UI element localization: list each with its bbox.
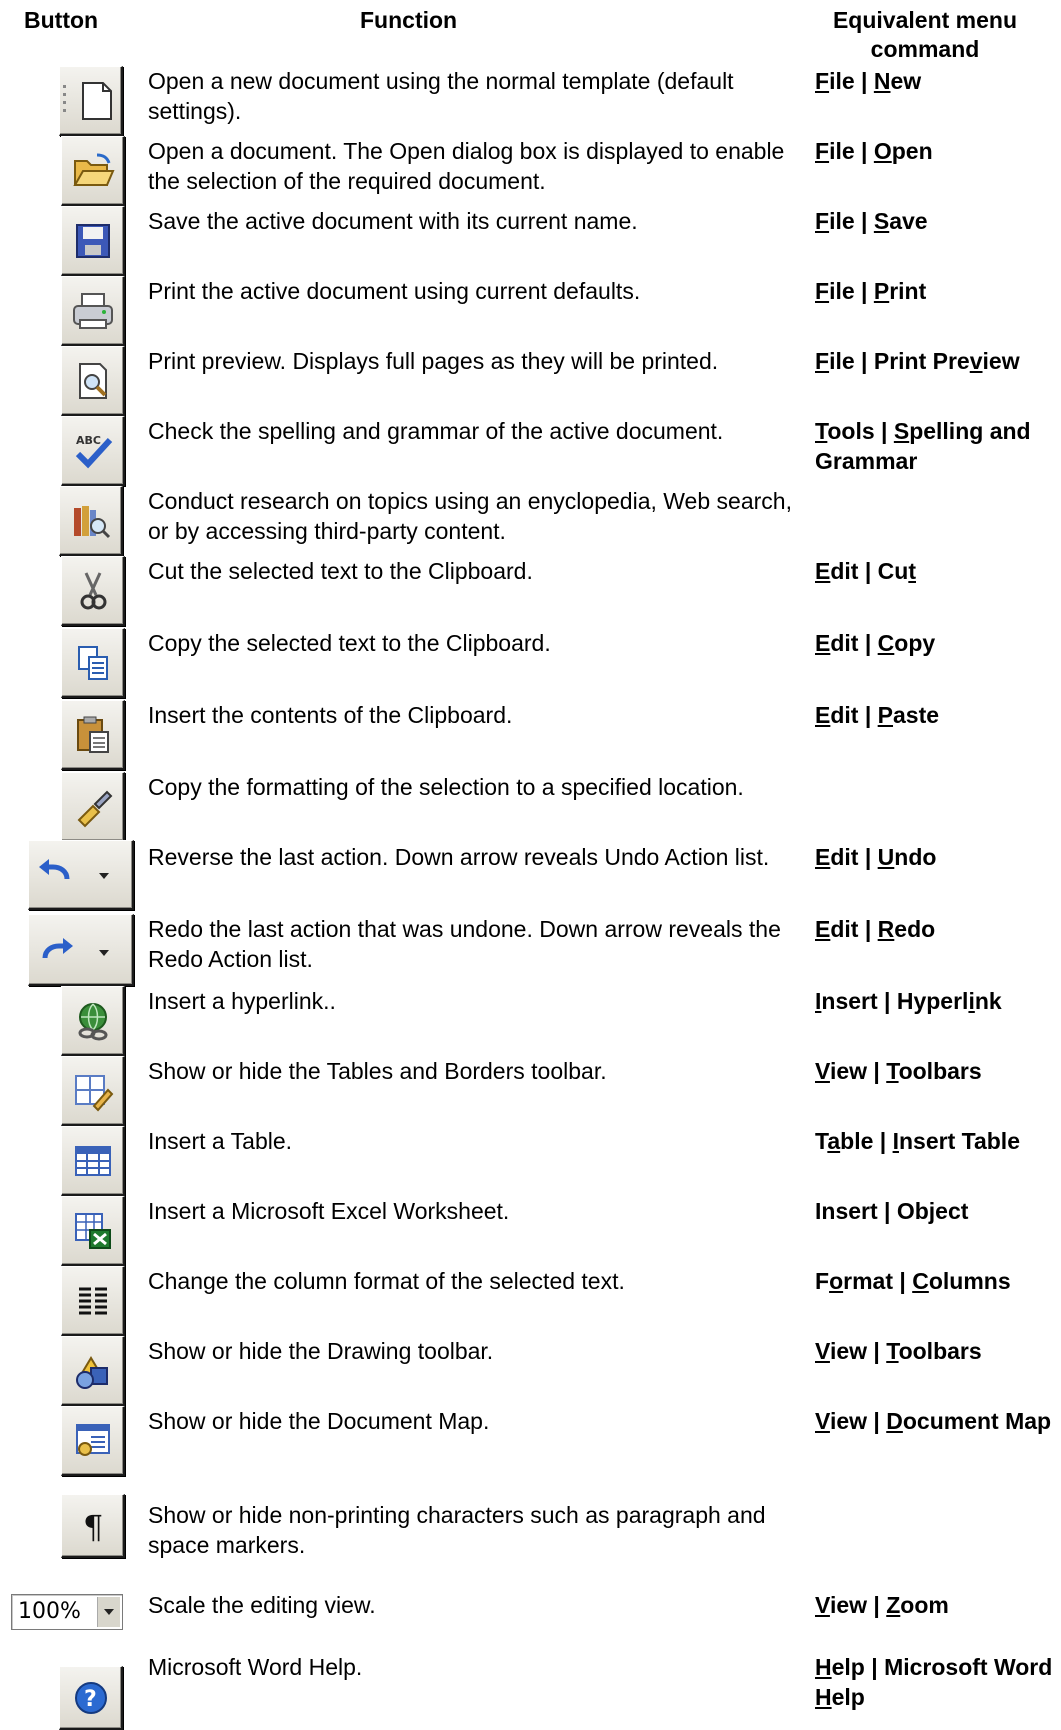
table-row: Conduct research on topics using an enyc…: [0, 486, 1061, 556]
format-painter-button[interactable]: [61, 772, 125, 842]
tables-borders-button[interactable]: [61, 1056, 125, 1126]
menu-command: Format | Columns: [815, 1268, 1011, 1294]
function-description: Save the active document with its curren…: [148, 208, 638, 234]
table-row: Show or hide the Tables and Borders tool…: [0, 1056, 1061, 1126]
function-description: Copy the selected text to the Clipboard.: [148, 630, 551, 656]
columns-button[interactable]: [61, 1266, 125, 1336]
copy-button[interactable]: [61, 628, 125, 698]
function-description: Cut the selected text to the Clipboard.: [148, 558, 533, 584]
table-row: Insert a Microsoft Excel Worksheet. Inser…: [0, 1196, 1061, 1266]
function-description: Insert a Table.: [148, 1128, 293, 1154]
table-row: Copy the formatting of the selection to …: [0, 772, 1061, 842]
table-row: Save the active document with its curren…: [0, 206, 1061, 276]
zoom-value: 100%: [18, 1599, 81, 1624]
header-menu-command: Equivalent menu command: [832, 7, 1018, 62]
table-row: Open a document. The Open dialog box is …: [0, 136, 1061, 206]
function-description: Scale the editing view.: [148, 1592, 376, 1618]
menu-command: File | Print: [815, 278, 927, 304]
hyperlink-globe-button[interactable]: [61, 986, 125, 1056]
cut-scissors-button[interactable]: [61, 556, 125, 626]
menu-command: View | Zoom: [815, 1592, 949, 1618]
menu-command: Edit | Paste: [815, 702, 940, 728]
save-disk-button[interactable]: [61, 206, 125, 276]
function-description: Check the spelling and grammar of the ac…: [148, 418, 724, 444]
spelling-grammar-button[interactable]: ABC: [61, 416, 125, 486]
help-button[interactable]: ?: [59, 1666, 123, 1730]
menu-command: View | Toolbars: [815, 1058, 982, 1084]
table-row: Show or hide the Drawing toolbar. View | …: [0, 1336, 1061, 1406]
table-row: Insert the contents of the Clipboard. Edi…: [0, 700, 1061, 770]
research-button[interactable]: [59, 486, 123, 556]
function-description: Conduct research on topics using an enyc…: [148, 488, 792, 544]
menu-command: Tools | Spelling and Grammar: [815, 418, 1031, 474]
table-row: Open a new document using the normal tem…: [0, 66, 1061, 136]
function-description: Show or hide the Document Map.: [148, 1408, 490, 1434]
header-function: Function: [360, 7, 458, 33]
table-row: Copy the selected text to the Clipboard.…: [0, 628, 1061, 698]
svg-text:?: ?: [84, 1687, 97, 1712]
zoom-dropdown[interactable]: 100%: [11, 1594, 123, 1630]
new-document-button[interactable]: [59, 66, 123, 136]
table-row: 100% Scale the editing view. View | Zoom: [0, 1590, 1061, 1660]
svg-text:ABC: ABC: [76, 434, 101, 447]
drawing-shapes-button[interactable]: [61, 1336, 125, 1406]
printer-button[interactable]: [61, 276, 125, 346]
table-row: Redo the last action that was undone. Do…: [0, 914, 1061, 986]
redo-button[interactable]: [28, 914, 134, 986]
function-description: Show or hide non-printing characters suc…: [148, 1502, 766, 1558]
function-description: Print preview. Displays full pages as th…: [148, 348, 719, 374]
table-row: Insert a Table. Table | Insert Table: [0, 1126, 1061, 1196]
function-description: Insert the contents of the Clipboard.: [148, 702, 513, 728]
function-description: Reverse the last action. Down arrow reve…: [148, 844, 770, 870]
function-description: Change the column format of the selected…: [148, 1268, 625, 1294]
function-description: Copy the formatting of the selection to …: [148, 774, 744, 800]
function-description: Open a new document using the normal tem…: [148, 68, 734, 124]
document-map-button[interactable]: [61, 1406, 125, 1476]
pilcrow-button[interactable]: ¶: [61, 1494, 125, 1558]
menu-command: File | New: [815, 68, 922, 94]
menu-command: View | Document Map: [815, 1408, 1052, 1434]
header-button: Button: [24, 7, 99, 33]
menu-command: Edit | Redo: [815, 916, 936, 942]
table-row: Insert a hyperlink.. Insert | Hyperlink: [0, 986, 1061, 1056]
print-preview-button[interactable]: [61, 346, 125, 416]
function-description: Open a document. The Open dialog box is …: [148, 138, 785, 194]
menu-command: View | Toolbars: [815, 1338, 982, 1364]
menu-command: Table | Insert Table: [815, 1128, 1020, 1154]
menu-command: Edit | Undo: [815, 844, 937, 870]
menu-command: File | Save: [815, 208, 928, 234]
table-row: Show or hide the Document Map. View | Doc…: [0, 1406, 1061, 1476]
undo-button[interactable]: [28, 840, 134, 910]
open-folder-button[interactable]: [61, 136, 125, 206]
table-row: ABC Check the spelling and grammar of the…: [0, 416, 1061, 486]
table-row: Cut the selected text to the Clipboard. E…: [0, 556, 1061, 626]
function-description: Print the active document using current …: [148, 278, 641, 304]
function-description: Insert a hyperlink..: [148, 988, 336, 1014]
menu-command: File | Open: [815, 138, 933, 164]
table-row: Print preview. Displays full pages as th…: [0, 346, 1061, 416]
paste-clipboard-button[interactable]: [61, 700, 125, 770]
table-row: Print the active document using current …: [0, 276, 1061, 346]
menu-command: Help | Microsoft Word Help: [815, 1654, 1053, 1710]
menu-command: Edit | Cut: [815, 558, 916, 584]
menu-command: Insert | Object: [815, 1198, 969, 1224]
table-row: Reverse the last action. Down arrow reve…: [0, 840, 1061, 912]
function-description: Insert a Microsoft Excel Worksheet.: [148, 1198, 510, 1224]
menu-command: Insert | Hyperlink: [815, 988, 1002, 1014]
insert-table-button[interactable]: [61, 1126, 125, 1196]
function-description: Show or hide the Drawing toolbar.: [148, 1338, 494, 1364]
svg-text:¶: ¶: [83, 1508, 103, 1546]
excel-worksheet-button[interactable]: [61, 1196, 125, 1266]
function-description: Redo the last action that was undone. Do…: [148, 916, 781, 972]
table-row: ¶ Show or hide non-printing characters su…: [0, 1494, 1061, 1570]
chevron-down-icon[interactable]: [97, 1597, 120, 1627]
table-row: ? Microsoft Word Help. Help | Microsoft Wo…: [0, 1652, 1061, 1730]
menu-command: Edit | Copy: [815, 630, 936, 656]
function-description: Microsoft Word Help.: [148, 1654, 363, 1680]
table-row: Change the column format of the selected…: [0, 1266, 1061, 1336]
menu-command: File | Print Preview: [815, 348, 1020, 374]
function-description: Show or hide the Tables and Borders tool…: [148, 1058, 607, 1084]
